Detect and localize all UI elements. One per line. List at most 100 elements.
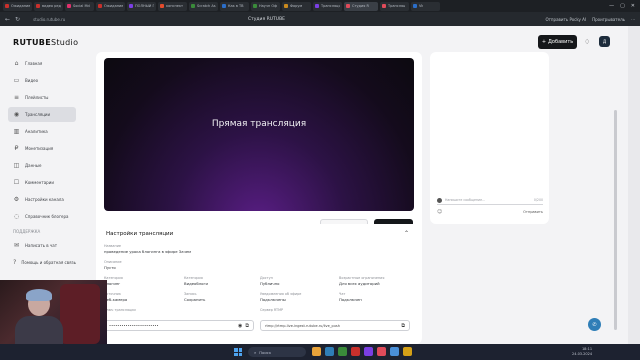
sidebar-item[interactable]: ▥ Аналитика bbox=[8, 124, 76, 139]
chat-placeholder: Напишите сообщение... bbox=[445, 198, 486, 202]
tab-label: Scratch As bbox=[197, 4, 216, 8]
browser-tab[interactable]: Social Md bbox=[65, 1, 94, 11]
field-label: Чат bbox=[339, 292, 346, 296]
tab-label: Vk bbox=[419, 4, 424, 8]
edge-icon[interactable] bbox=[325, 347, 334, 356]
sidebar-item[interactable]: ☐ Комментарии bbox=[8, 175, 76, 190]
rutube-studio-logo[interactable]: RUTUBEStudio bbox=[13, 38, 78, 47]
sidebar-item[interactable]: ≡ Плейлисты bbox=[8, 90, 76, 105]
avatar[interactable]: Д bbox=[599, 36, 610, 47]
folder-icon[interactable] bbox=[403, 347, 412, 356]
chat-card: Напишите сообщение... 0/200 ☺ Отправить bbox=[430, 52, 549, 224]
minimize-icon[interactable]: — bbox=[609, 3, 614, 9]
tab-favicon-icon bbox=[98, 4, 102, 8]
tab-favicon-icon bbox=[413, 4, 417, 8]
menu-icon[interactable]: ⋯ bbox=[631, 17, 635, 22]
webcam-background bbox=[60, 284, 100, 344]
field-value: Подключен bbox=[339, 297, 362, 302]
stream-preview[interactable]: Прямая трансляция bbox=[104, 58, 414, 211]
browser-tab[interactable]: Ожидание bbox=[96, 1, 125, 11]
add-button-label: Добавить bbox=[548, 39, 574, 45]
eye-icon[interactable]: ◉ bbox=[238, 323, 242, 329]
field-label: Запись bbox=[184, 292, 197, 296]
browser-tab[interactable]: Как в ТВ bbox=[220, 1, 249, 11]
sidebar-item-icon: ▭ bbox=[13, 77, 20, 84]
reload-icon[interactable]: ↻ bbox=[15, 16, 20, 23]
sidebar-item[interactable]: ◉ Трансляции bbox=[8, 107, 76, 122]
bell-icon[interactable]: ♢ bbox=[584, 38, 590, 46]
maximize-icon[interactable]: ▢ bbox=[620, 3, 625, 9]
help-chat-icon[interactable]: ✆ bbox=[588, 318, 601, 331]
sidebar-item-icon: ≡ bbox=[13, 94, 20, 101]
windows-start-icon[interactable] bbox=[234, 348, 242, 356]
browser-tab[interactable]: Ожидание bbox=[3, 1, 32, 11]
emoji-icon[interactable]: ☺ bbox=[437, 209, 442, 215]
field-description: Описание Пусто bbox=[104, 260, 122, 270]
copy-icon[interactable]: ⧉ bbox=[401, 323, 405, 329]
chat-input[interactable]: Напишите сообщение... 0/200 bbox=[437, 196, 543, 205]
sidebar-section-title: ПОДДЕРЖКА bbox=[13, 229, 41, 234]
tab-favicon-icon bbox=[191, 4, 195, 8]
chevron-up-icon[interactable]: ⌃ bbox=[404, 230, 409, 237]
browser-tab[interactable]: Форум bbox=[282, 1, 311, 11]
browser-tab[interactable]: Студия R bbox=[344, 1, 378, 11]
chat-counter: 0/200 bbox=[533, 198, 543, 202]
store-icon[interactable] bbox=[390, 347, 399, 356]
sidebar-item[interactable]: ◫ Данные bbox=[8, 158, 76, 173]
chrome-icon[interactable] bbox=[338, 347, 347, 356]
scrollbar[interactable] bbox=[614, 110, 617, 330]
sidebar-item-label: Помощь и обратная связь bbox=[21, 260, 76, 265]
tab-label: Как в ТВ bbox=[228, 4, 244, 8]
player-button[interactable]: Проигрыватель bbox=[592, 17, 625, 22]
tab-favicon-icon bbox=[222, 4, 226, 8]
add-button[interactable]: + Добавить bbox=[538, 35, 577, 49]
field-record: Запись Сохранить bbox=[184, 292, 205, 302]
copy-icon[interactable]: ⧉ bbox=[245, 323, 249, 329]
sidebar-item[interactable]: ◌ Справочник блогера bbox=[8, 209, 76, 224]
sidebar-item-label: Главная bbox=[25, 61, 43, 66]
back-icon[interactable]: ← bbox=[5, 16, 10, 23]
app-icon[interactable] bbox=[364, 347, 373, 356]
browser-tab[interactable]: Scratch As bbox=[189, 1, 218, 11]
browser-tab[interactable]: Трансляции bbox=[313, 1, 342, 11]
close-icon[interactable]: ✕ bbox=[631, 3, 635, 9]
sidebar-item[interactable]: ⚙ Настройки канала bbox=[8, 192, 76, 207]
tab-favicon-icon bbox=[5, 4, 9, 8]
browser-tab[interactable]: конспект bbox=[158, 1, 187, 11]
field-notifications: Уведомления об эфире Подключены bbox=[260, 292, 301, 302]
logo-main-text: RUTUBE bbox=[13, 38, 51, 47]
os-taskbar: ⌕ Поиск 18:11 24.03.2024 bbox=[0, 344, 640, 360]
stream-key-field[interactable]: •••••••••••••••••••••••• ◉ ⧉ bbox=[104, 320, 254, 331]
browser-tab[interactable]: Трансляц bbox=[380, 1, 409, 11]
sidebar-item[interactable]: ⌂ Главная bbox=[8, 56, 76, 71]
yandex-icon[interactable] bbox=[351, 347, 360, 356]
browser-tab[interactable]: Vk bbox=[411, 1, 440, 11]
field-label: Источник bbox=[104, 292, 121, 296]
address-bar: ← ↻ studio.rutube.ru Студия RUTUBE Отпра… bbox=[0, 12, 640, 26]
browser-tab[interactable]: видео ред bbox=[34, 1, 63, 11]
browser-tab[interactable]: ПОЛНЫЙ ГИД bbox=[127, 1, 156, 11]
sidebar-item-icon: ◫ bbox=[13, 162, 20, 169]
taskbar-search[interactable]: ⌕ Поиск bbox=[248, 347, 306, 357]
sidebar-support-item[interactable]: ? Помощь и обратная связь bbox=[8, 255, 76, 270]
field-source: Источник Веб-камера bbox=[104, 292, 127, 302]
sidebar-item[interactable]: ₽ Монетизация bbox=[8, 141, 76, 156]
url-field[interactable]: studio.rutube.ru bbox=[33, 17, 65, 22]
sidebar-support-item[interactable]: ✉ Написать в чат bbox=[8, 238, 76, 253]
browser-tab[interactable]: Научн Оф bbox=[251, 1, 280, 11]
obs-icon[interactable] bbox=[377, 347, 386, 356]
webcam-person-body bbox=[15, 316, 63, 346]
server-url-field[interactable]: rtmp://rtmp-live-ingest.rutube.ru/live_p… bbox=[260, 320, 410, 331]
pocky-ai-button[interactable]: Отправить Pocky AI bbox=[545, 17, 586, 22]
sidebar-item-label: Видео bbox=[25, 78, 39, 83]
system-tray-clock[interactable]: 18:11 24.03.2024 bbox=[572, 347, 592, 357]
tab-label: Ожидание bbox=[11, 4, 30, 8]
tab-favicon-icon bbox=[160, 4, 164, 8]
sidebar-item[interactable]: ▭ Видео bbox=[8, 73, 76, 88]
file-explorer-icon[interactable] bbox=[312, 347, 321, 356]
send-button[interactable]: Отправить bbox=[523, 210, 543, 214]
tab-favicon-icon bbox=[382, 4, 386, 8]
taskbar-search-placeholder: Поиск bbox=[259, 349, 272, 355]
right-gutter bbox=[628, 26, 640, 344]
sidebar-item-label: Аналитика bbox=[25, 129, 48, 134]
